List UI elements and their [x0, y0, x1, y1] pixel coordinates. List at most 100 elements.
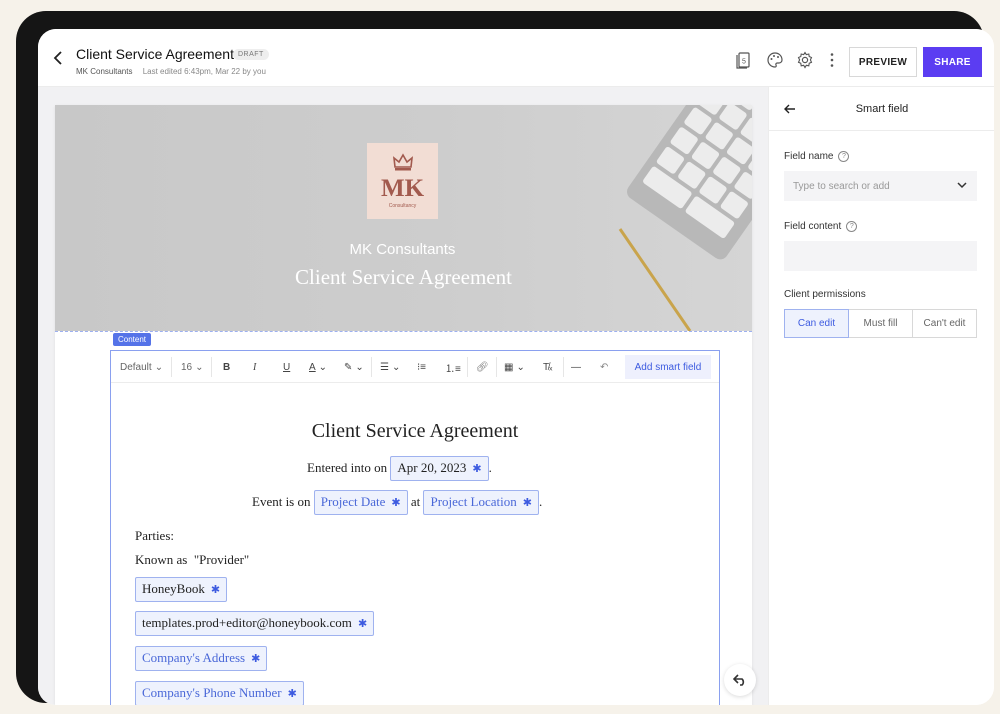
company-name: MK Consultants: [76, 67, 133, 76]
chevron-down-icon: [957, 182, 967, 189]
toolbar-divider: [496, 357, 497, 377]
entered-date-value: Apr 20, 2023: [397, 460, 467, 475]
font-size-value: 16: [181, 361, 193, 373]
agreement-title: Client Service Agreement: [311, 420, 519, 442]
style-value: Default: [120, 361, 152, 373]
gear-icon[interactable]: [796, 51, 814, 69]
floating-undo-button[interactable]: [724, 664, 756, 696]
section-divider: [55, 331, 752, 332]
company-email-value: templates.prod+editor@honeybook.com: [142, 615, 352, 630]
logo-text: MK: [380, 175, 425, 202]
document-title[interactable]: Client Service Agreement: [76, 46, 234, 62]
parties-label: Parties:: [135, 528, 174, 543]
permission-cant-edit[interactable]: Can't edit: [913, 309, 977, 338]
document-page: MK Consultancy MK Consultants Client Ser…: [55, 105, 752, 705]
link-icon[interactable]: 🔗︎: [476, 360, 489, 374]
company-logo: MK Consultancy: [367, 143, 438, 219]
undo-icon[interactable]: ↶: [600, 360, 608, 374]
share-button[interactable]: SHARE: [923, 47, 982, 77]
panel-title: Smart field: [855, 103, 909, 115]
editor-canvas: MK Consultancy MK Consultants Client Ser…: [38, 87, 768, 705]
back-arrow-icon[interactable]: [52, 51, 64, 65]
smart-field-company-name[interactable]: HoneyBook ✱: [135, 577, 228, 602]
field-content-input[interactable]: [784, 241, 977, 271]
text-color-icon[interactable]: A ⌄: [309, 360, 327, 374]
content-section-tag: Content: [113, 333, 152, 346]
font-size-dropdown[interactable]: 16 ⌄: [181, 360, 204, 374]
document-subtitle: MK Consultants Last edited 6:43pm, Mar 2…: [76, 67, 266, 76]
smart-field-company-email[interactable]: templates.prod+editor@honeybook.com ✱: [135, 611, 375, 636]
email-field-line: templates.prod+editor@honeybook.com ✱: [135, 611, 375, 636]
underline-icon[interactable]: U: [283, 360, 290, 374]
smart-field-project-date[interactable]: Project Date ✱: [313, 490, 408, 515]
pages-icon[interactable]: 5: [735, 51, 753, 69]
asterisk-icon: ✱: [522, 497, 532, 509]
bullet-list-icon[interactable]: ⁝≡: [417, 360, 426, 374]
company-phone-value: Company's Phone Number: [142, 685, 282, 700]
text-editor[interactable]: Default ⌄ 16 ⌄ B I U A ⌄ ✎ ⌄ ☰ ⌄ ⁝≡ ⒈≡ 🔗…: [110, 350, 720, 705]
field-name-label-text: Field name: [784, 151, 834, 162]
asterisk-icon: ✱: [210, 584, 221, 596]
logo-subtext: Consultancy: [388, 203, 417, 209]
asterisk-icon: ✱: [472, 463, 482, 475]
clear-format-icon[interactable]: T̸ₓ: [543, 360, 552, 374]
field-name-placeholder: Type to search or add: [793, 180, 890, 192]
align-icon[interactable]: ☰ ⌄: [380, 360, 400, 374]
top-bar: Client Service Agreement DRAFT MK Consul…: [38, 29, 994, 87]
help-icon[interactable]: ?: [846, 221, 858, 232]
more-menu-icon[interactable]: [823, 51, 841, 69]
undo-icon: [733, 674, 745, 686]
toolbar-divider: [563, 357, 564, 377]
field-name-select[interactable]: Type to search or add: [784, 171, 977, 201]
phone-field-line: Company's Phone Number ✱: [135, 681, 304, 705]
add-smart-field-button[interactable]: Add smart field: [625, 355, 711, 379]
chevron-down-icon: ⌄: [195, 361, 204, 373]
palette-icon[interactable]: [766, 51, 784, 69]
toolbar-divider: [371, 357, 372, 377]
company-address-value: Company's Address: [142, 650, 246, 665]
permission-must-fill[interactable]: Must fill: [849, 309, 913, 338]
smart-field-entered-date[interactable]: Apr 20, 2023 ✱: [390, 456, 489, 481]
smart-field-panel: Smart field Field name ? Type to search …: [768, 87, 994, 705]
highlight-icon[interactable]: ✎ ⌄: [344, 360, 364, 374]
toolbar-divider: [211, 357, 212, 377]
smart-field-company-phone[interactable]: Company's Phone Number ✱: [135, 681, 304, 705]
crown-icon: [392, 153, 414, 171]
preview-button[interactable]: PREVIEW: [849, 47, 917, 77]
at-text: at: [410, 494, 421, 509]
smart-field-project-location[interactable]: Project Location ✱: [423, 490, 539, 515]
device-frame: Client Service Agreement DRAFT MK Consul…: [16, 11, 994, 705]
table-icon[interactable]: ▦ ⌄: [504, 360, 525, 374]
field-content-label: Field content ?: [784, 221, 858, 232]
entered-text: Entered into on: [307, 460, 388, 475]
keyboard-image: [618, 105, 752, 331]
asterisk-icon: ✱: [391, 497, 401, 509]
name-field-line: HoneyBook ✱: [135, 577, 228, 602]
hero-banner[interactable]: MK Consultancy MK Consultants Client Ser…: [55, 105, 752, 331]
chevron-down-icon: ⌄: [154, 361, 164, 373]
italic-icon[interactable]: I: [253, 360, 256, 374]
toolbar-divider: [171, 357, 172, 377]
project-date-value: Project Date: [320, 494, 386, 509]
help-icon[interactable]: ?: [838, 151, 850, 162]
asterisk-icon: ✱: [287, 688, 297, 700]
style-dropdown[interactable]: Default ⌄: [120, 360, 163, 374]
last-edited: Last edited 6:43pm, Mar 22 by you: [142, 67, 266, 76]
address-field-line: Company's Address ✱: [135, 646, 268, 671]
field-name-label: Field name ?: [784, 151, 850, 162]
toolbar-divider: [467, 357, 468, 377]
hero-company-name: MK Consultants: [349, 241, 456, 258]
permission-can-edit[interactable]: Can edit: [784, 309, 849, 338]
entered-line: Entered into on Apr 20, 2023 ✱.: [307, 456, 492, 481]
app-screen: Client Service Agreement DRAFT MK Consul…: [38, 29, 994, 705]
asterisk-icon: ✱: [357, 618, 368, 630]
numbered-list-icon[interactable]: ⒈≡: [445, 360, 461, 375]
event-text: Event is on: [252, 494, 311, 509]
horizontal-rule-icon[interactable]: —: [571, 360, 581, 374]
editor-body[interactable]: Client Service Agreement Entered into on…: [111, 384, 719, 705]
project-location-value: Project Location: [430, 494, 517, 509]
permissions-segmented-control: Can edit Must fill Can't edit: [784, 309, 977, 338]
smart-field-company-address[interactable]: Company's Address ✱: [135, 646, 268, 671]
asterisk-icon: ✱: [251, 653, 261, 665]
bold-icon[interactable]: B: [223, 360, 230, 374]
